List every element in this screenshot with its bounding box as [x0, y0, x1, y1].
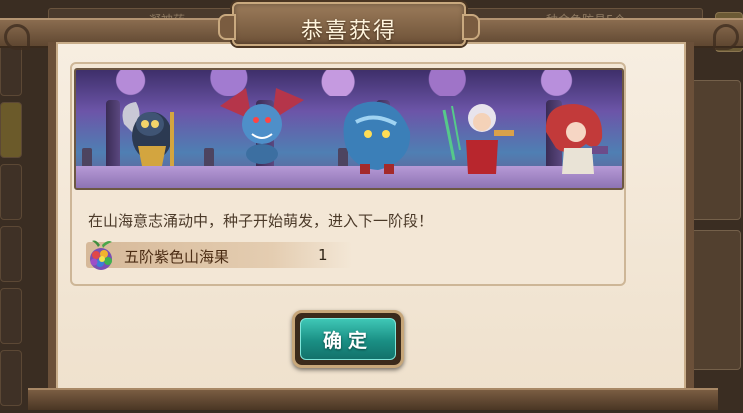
- dialog-bottom-beam: [28, 388, 718, 410]
- owl-knight-creature: [114, 94, 184, 174]
- game-screen: 凝神药 一种金色防具5个 使 经历 玉万 闪一 石拼 恭喜获得: [0, 0, 743, 413]
- reward-item-quantity: 1: [318, 246, 328, 264]
- title-plaque: 恭喜获得: [218, 2, 480, 46]
- rainbow-fruit-icon: [86, 239, 116, 271]
- background-left-column: [0, 40, 22, 413]
- dialog-title: 恭喜获得: [300, 19, 397, 44]
- background-left-cell: [0, 102, 22, 158]
- background-left-cell: [0, 288, 22, 344]
- background-left-cell: [0, 226, 22, 282]
- background-left-cell: [0, 164, 22, 220]
- blue-beast-creature: [338, 92, 416, 178]
- white-hair-warrior-creature: [438, 90, 518, 180]
- red-hair-fighter-creature: [538, 98, 616, 180]
- confirm-button[interactable]: 确定: [292, 310, 404, 368]
- reward-description: 在山海意志涌动中，种子开始萌发，进入下一阶段！: [88, 212, 434, 230]
- confirm-button-label: 确定: [322, 329, 373, 352]
- reward-item-name: 五阶紫色山海果: [124, 248, 230, 266]
- bat-dragon-creature: [216, 76, 308, 172]
- background-left-cell: [0, 350, 22, 406]
- confirm-button-face[interactable]: 确定: [300, 318, 396, 360]
- stone-lantern: [82, 148, 92, 168]
- creature-banner-image: [74, 68, 624, 190]
- stone-lantern: [204, 148, 214, 168]
